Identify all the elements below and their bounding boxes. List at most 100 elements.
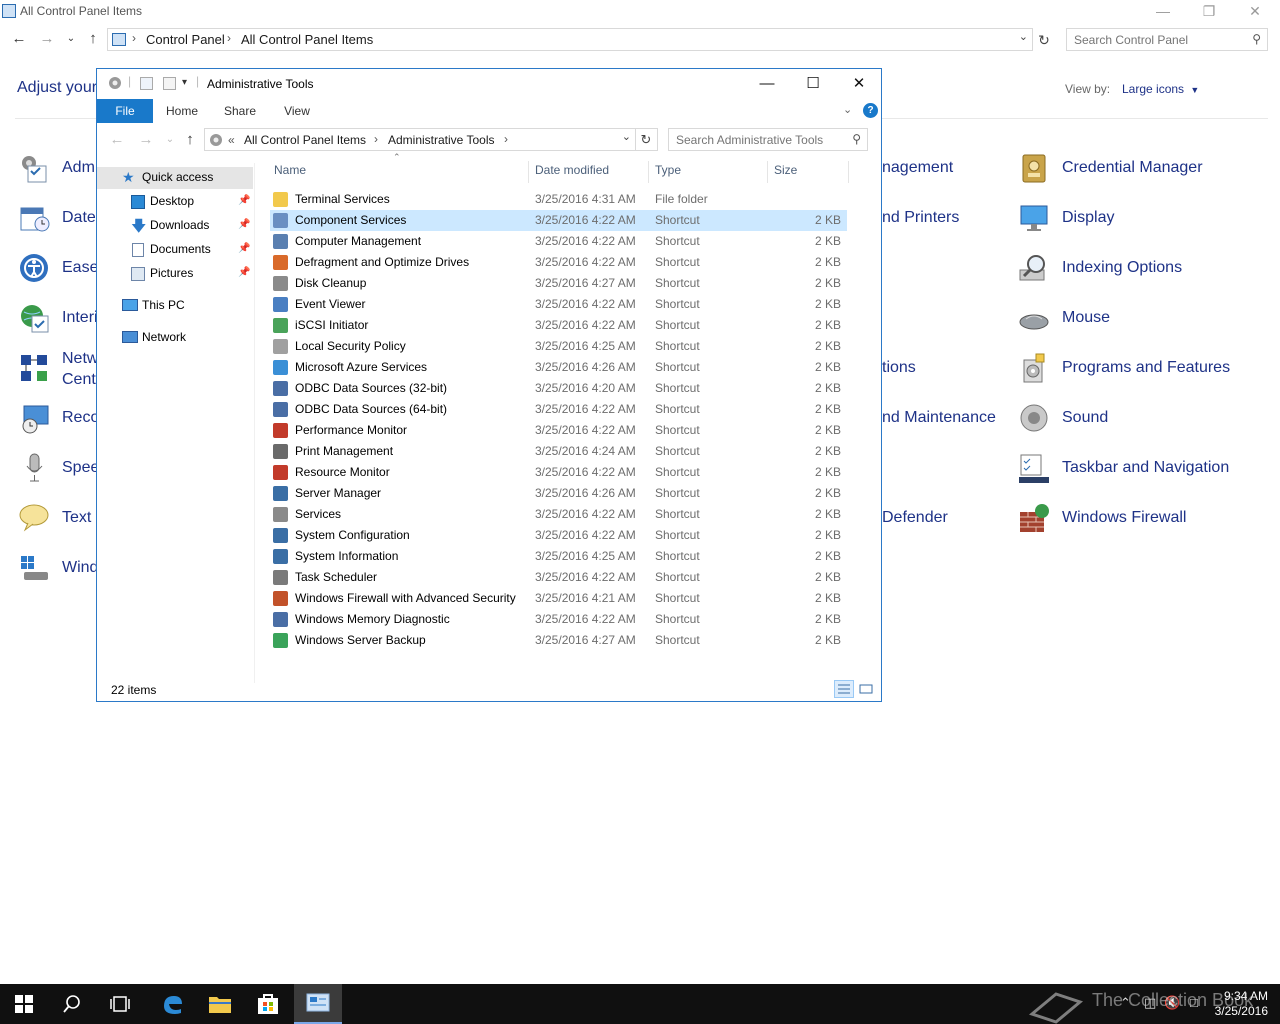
file-row[interactable]: ODBC Data Sources (64-bit) 3/25/2016 4:22… bbox=[270, 399, 847, 420]
restore-button[interactable]: ❐ bbox=[1186, 0, 1232, 24]
recent-chevron-icon[interactable]: ⌄ bbox=[62, 30, 80, 48]
help-icon[interactable]: ? bbox=[863, 103, 878, 118]
nav-label[interactable]: Documents bbox=[150, 242, 211, 256]
cp-item-label[interactable]: Display bbox=[1062, 209, 1114, 227]
breadcrumb-all-items[interactable]: All Control Panel Items bbox=[241, 32, 373, 47]
nav-this-pc[interactable]: This PC bbox=[97, 295, 253, 317]
file-row[interactable]: Server Manager 3/25/2016 4:26 AM Shortcut 2… bbox=[270, 483, 847, 504]
breadcrumb-control-panel[interactable]: Control Panel bbox=[146, 32, 225, 47]
cp-item-text-to-speech[interactable]: Text t bbox=[18, 500, 100, 540]
cp-item-mouse[interactable]: Mouse bbox=[1018, 300, 1238, 340]
cp-item-label[interactable]: Text t bbox=[62, 509, 100, 527]
start-button[interactable] bbox=[0, 984, 48, 1024]
cp-item-label[interactable]: Wind bbox=[62, 559, 98, 577]
column-divider[interactable] bbox=[528, 161, 529, 183]
back-arrow-icon[interactable]: ← bbox=[108, 131, 126, 149]
file-row[interactable]: iSCSI Initiator 3/25/2016 4:22 AM Shortcut… bbox=[270, 315, 847, 336]
nav-label[interactable]: This PC bbox=[142, 298, 185, 312]
control-panel-search-input[interactable] bbox=[1074, 30, 1244, 50]
breadcrumb-separator-icon[interactable]: › bbox=[132, 31, 136, 45]
customize-toolbar-icon[interactable]: ▾ bbox=[182, 77, 187, 88]
cp-item-label[interactable]: nagement bbox=[882, 159, 953, 177]
cp-item-label[interactable]: nd Printers bbox=[882, 209, 959, 227]
file-row[interactable]: Local Security Policy 3/25/2016 4:25 AM Sh… bbox=[270, 336, 847, 357]
column-date-modified[interactable]: Date modified bbox=[535, 163, 609, 177]
cp-item-taskbar-and-navigation[interactable]: Taskbar and Navigation bbox=[1018, 450, 1238, 490]
nav-documents[interactable]: Documents 📌 bbox=[97, 239, 253, 261]
column-size[interactable]: Size bbox=[774, 163, 797, 177]
nav-desktop[interactable]: Desktop 📌 bbox=[97, 191, 253, 213]
breadcrumb-separator-icon[interactable]: › bbox=[374, 132, 378, 146]
column-divider[interactable] bbox=[848, 161, 849, 183]
file-row[interactable]: Defragment and Optimize Drives 3/25/2016 … bbox=[270, 252, 847, 273]
file-row[interactable]: Microsoft Azure Services 3/25/2016 4:26 A… bbox=[270, 357, 847, 378]
nav-network[interactable]: Network bbox=[97, 327, 253, 349]
expand-ribbon-icon[interactable]: ⌄ bbox=[843, 103, 852, 116]
pin-icon[interactable]: 📌 bbox=[238, 219, 250, 230]
address-dropdown-icon[interactable]: ⌄ bbox=[622, 130, 631, 143]
cp-item-label[interactable]: Windows Firewall bbox=[1062, 509, 1186, 527]
nav-label[interactable]: Pictures bbox=[150, 266, 193, 280]
cp-item-label[interactable]: Reco bbox=[62, 409, 99, 427]
nav-quick-access[interactable]: ★ Quick access bbox=[97, 167, 253, 189]
pin-icon[interactable]: 📌 bbox=[238, 195, 250, 206]
cp-item-label[interactable]: Programs and Features bbox=[1062, 359, 1230, 377]
cp-item-label[interactable]: Spee bbox=[62, 459, 99, 477]
nav-label[interactable]: Desktop bbox=[150, 194, 194, 208]
recent-chevron-icon[interactable]: ⌄ bbox=[161, 131, 179, 149]
nav-label[interactable]: Downloads bbox=[150, 218, 209, 232]
file-row[interactable]: Windows Firewall with Advanced Security 3… bbox=[270, 588, 847, 609]
cp-item-label[interactable]: Adm bbox=[62, 159, 95, 177]
file-row[interactable]: Windows Server Backup 3/25/2016 4:27 AM Sh… bbox=[270, 630, 847, 651]
tab-file[interactable]: File bbox=[97, 99, 153, 123]
cp-item-label[interactable]: tions bbox=[882, 359, 916, 377]
file-row[interactable]: Resource Monitor 3/25/2016 4:22 AM Shortcu… bbox=[270, 462, 847, 483]
explorer-search-input[interactable] bbox=[676, 130, 846, 150]
file-row[interactable]: Windows Memory Diagnostic 3/25/2016 4:22 … bbox=[270, 609, 847, 630]
file-row[interactable]: ODBC Data Sources (32-bit) 3/25/2016 4:20… bbox=[270, 378, 847, 399]
details-view-icon[interactable] bbox=[834, 680, 854, 698]
close-button[interactable]: ✕ bbox=[1232, 0, 1278, 24]
large-icons-view-icon[interactable] bbox=[856, 680, 876, 698]
cp-item-label[interactable]: Defender bbox=[882, 509, 948, 527]
cp-item-date-and-time[interactable]: Date bbox=[18, 200, 98, 240]
file-row[interactable]: Disk Cleanup 3/25/2016 4:27 AM Shortcut 2 K… bbox=[270, 273, 847, 294]
cp-item-label[interactable]: Credential Manager bbox=[1062, 159, 1203, 177]
file-row[interactable]: Component Services 3/25/2016 4:22 AM Short… bbox=[270, 210, 847, 231]
tab-share[interactable]: Share bbox=[215, 99, 265, 123]
control-panel-search[interactable]: ⚲ bbox=[1066, 28, 1268, 51]
cp-item-programs-and-features[interactable]: Programs and Features bbox=[1018, 350, 1238, 390]
file-row[interactable]: System Information 3/25/2016 4:25 AM Short… bbox=[270, 546, 847, 567]
cp-item-network-and-sharing-center[interactable]: Netw Cente bbox=[18, 350, 108, 394]
column-divider[interactable] bbox=[648, 161, 649, 183]
cp-item-windows-to-go[interactable]: Wind bbox=[18, 550, 108, 590]
nav-pictures[interactable]: Pictures 📌 bbox=[97, 263, 253, 285]
forward-arrow-icon[interactable]: → bbox=[137, 131, 155, 149]
breadcrumb-separator-icon[interactable]: › bbox=[504, 132, 508, 146]
cp-item-label[interactable]: Taskbar and Navigation bbox=[1062, 459, 1229, 477]
file-row[interactable]: Computer Management 3/25/2016 4:22 AM Shor… bbox=[270, 231, 847, 252]
cp-item-indexing-options[interactable]: Indexing Options bbox=[1018, 250, 1238, 290]
breadcrumb-separator-icon[interactable]: › bbox=[227, 31, 231, 45]
cp-item-label[interactable]: Sound bbox=[1062, 409, 1108, 427]
cp-item-label[interactable]: Mouse bbox=[1062, 309, 1110, 327]
properties-icon[interactable] bbox=[140, 77, 153, 90]
cp-item-label[interactable]: Netw bbox=[62, 350, 98, 368]
edge-button[interactable] bbox=[148, 984, 196, 1024]
view-by-value[interactable]: Large icons bbox=[1122, 82, 1184, 96]
breadcrumb-administrative-tools[interactable]: Administrative Tools bbox=[388, 133, 495, 147]
tab-view[interactable]: View bbox=[273, 99, 321, 123]
file-row[interactable]: Print Management 3/25/2016 4:24 AM Shortcu… bbox=[270, 441, 847, 462]
cp-item-recovery[interactable]: Reco bbox=[18, 400, 99, 440]
cp-item-windows-firewall[interactable]: Windows Firewall bbox=[1018, 500, 1238, 540]
cp-item-ease-of-access[interactable]: Ease bbox=[18, 250, 98, 290]
refresh-icon[interactable]: ↻ bbox=[635, 128, 658, 151]
new-folder-icon[interactable] bbox=[163, 77, 176, 90]
cp-item-display[interactable]: Display bbox=[1018, 200, 1238, 240]
view-by-dropdown[interactable]: Large icons ▼ bbox=[1122, 82, 1199, 96]
close-button[interactable]: ✕ bbox=[836, 69, 882, 99]
nav-downloads[interactable]: 🡇 Downloads 📌 bbox=[97, 215, 253, 237]
nav-label[interactable]: Network bbox=[142, 330, 186, 344]
cp-item-credential-manager[interactable]: Credential Manager bbox=[1018, 150, 1238, 190]
file-row[interactable]: Terminal Services 3/25/2016 4:31 AM File f… bbox=[270, 189, 847, 210]
